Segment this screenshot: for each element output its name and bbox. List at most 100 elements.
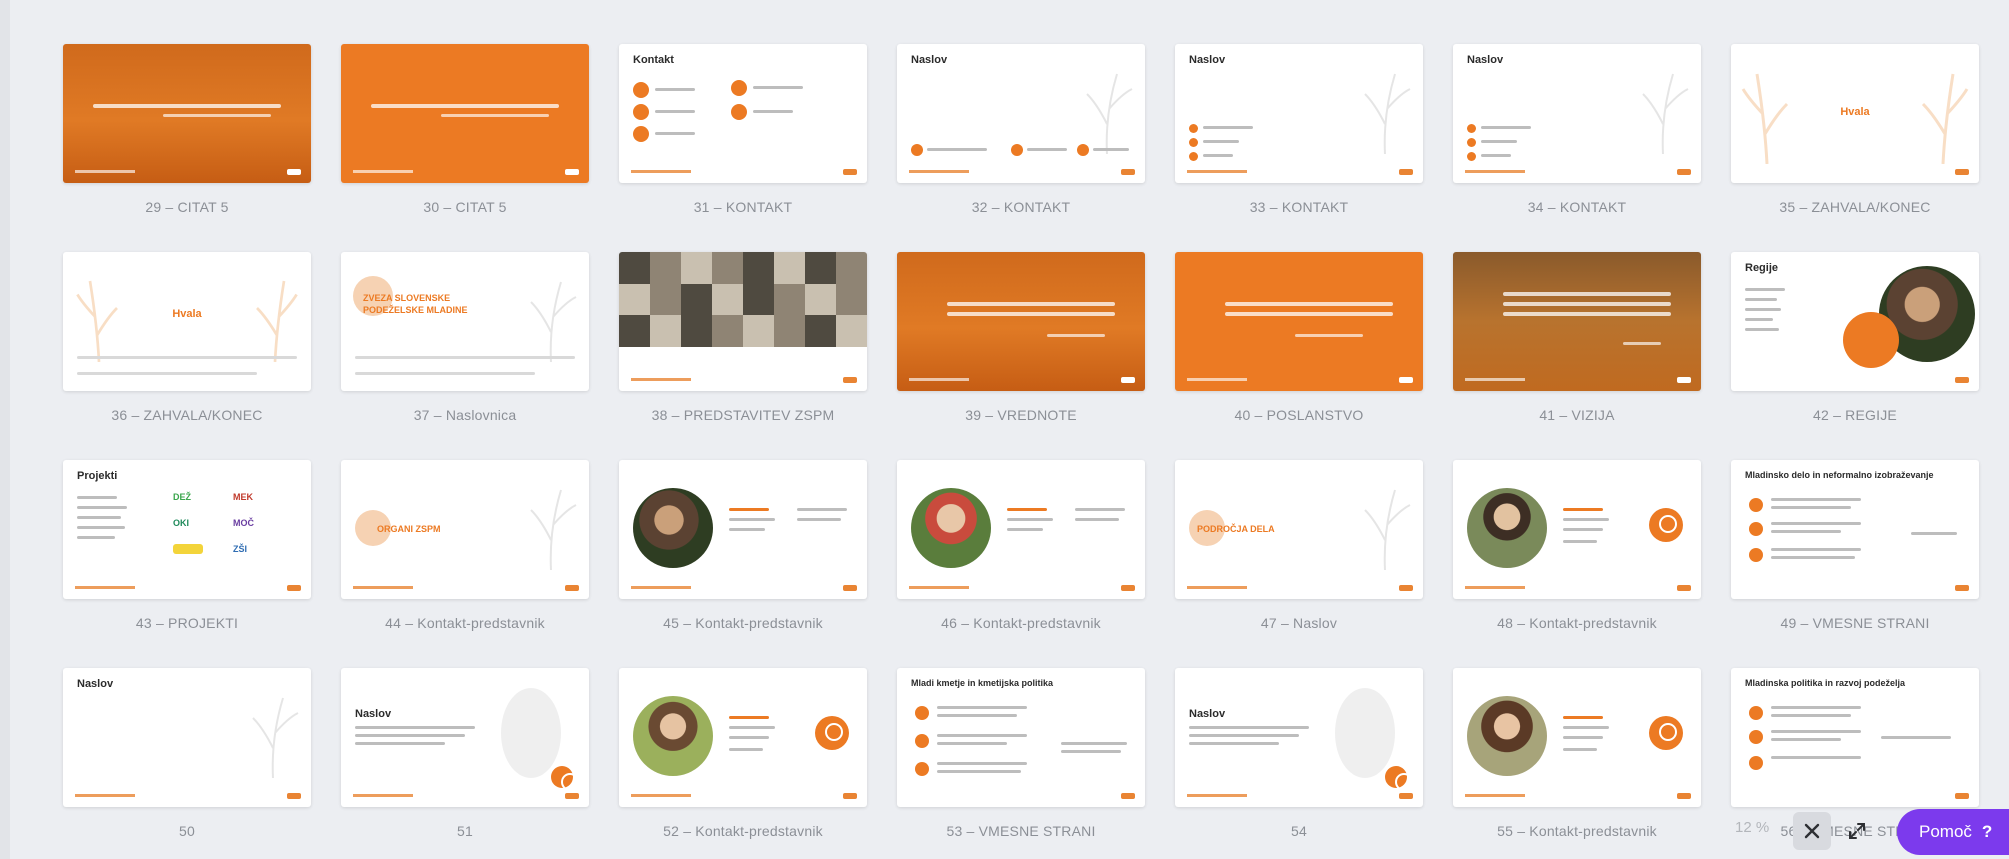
slide-preview: ZVEZA SLOVENSKE PODEŽELSKE MLADINE	[341, 252, 589, 391]
slide-logo	[1955, 585, 1969, 591]
text-line	[1563, 726, 1609, 729]
slide-thumbnail[interactable]: 29 – CITAT 5	[63, 44, 311, 252]
slide-thumbnail[interactable]: Projekti DEŽ MEK OKI MOČ ZŠI 43 – PROJEK…	[63, 460, 311, 668]
text-line	[1481, 154, 1511, 157]
slide-thumbnail[interactable]: ORGANI ZSPM 44 – Kontakt-predstavnik	[341, 460, 589, 668]
slide-thumbnail[interactable]: PODROČJA DELA 47 – Naslov	[1175, 460, 1423, 668]
slide-thumbnail[interactable]: Naslov 33 – KONTAKT	[1175, 44, 1423, 252]
slide-preview: Naslov	[341, 668, 589, 807]
slide-preview: Naslov	[897, 44, 1145, 183]
text-line	[1481, 126, 1531, 129]
slide-logo	[565, 793, 579, 799]
slide-footer	[1187, 794, 1247, 797]
slide-thumbnail[interactable]: 46 – Kontakt-predstavnik	[897, 460, 1145, 668]
slide-thumbnail[interactable]: Regije 42 – REGIJE	[1731, 252, 1979, 460]
slide-thumbnail[interactable]: 48 – Kontakt-predstavnik	[1453, 460, 1701, 668]
slide-thumbnail[interactable]: 39 – VREDNOTE	[897, 252, 1145, 460]
text-line	[77, 506, 127, 509]
contact-icon	[633, 126, 649, 142]
quote-author-line	[163, 114, 271, 117]
bullet-icon	[1749, 706, 1763, 720]
quote-text-line	[947, 302, 1115, 306]
photo-collage	[619, 252, 867, 347]
text-line	[937, 762, 1027, 765]
slide-thumbnail[interactable]: Hvala 36 – ZAHVALA/KONEC	[63, 252, 311, 460]
slide-footer	[909, 586, 969, 589]
text-line	[1563, 518, 1609, 521]
slide-thumbnail[interactable]: ZVEZA SLOVENSKE PODEŽELSKE MLADINE 37 – …	[341, 252, 589, 460]
wheat-decoration-icon	[1086, 73, 1133, 154]
slide-footer	[909, 378, 969, 381]
slide-title: Naslov	[355, 708, 392, 720]
quote-text-line	[371, 104, 559, 108]
text-line	[1075, 518, 1119, 521]
expand-icon[interactable]	[1838, 812, 1876, 850]
slide-thumbnail[interactable]: Hvala 35 – ZAHVALA/KONEC	[1731, 44, 1979, 252]
slide-thumbnail[interactable]: Naslov 51	[341, 668, 589, 859]
slide-logo	[1677, 793, 1691, 799]
slide-preview	[897, 252, 1145, 391]
wheat-decoration-icon	[1364, 489, 1411, 570]
partner-logos-row	[355, 356, 575, 359]
slide-thumbnail[interactable]: 40 – POSLANSTVO	[1175, 252, 1423, 460]
text-line	[1061, 750, 1121, 753]
slide-thumbnail[interactable]: 52 – Kontakt-predstavnik	[619, 668, 867, 859]
text-line	[1771, 756, 1861, 759]
slide-title: Projekti	[77, 470, 118, 482]
slide-caption: 39 – VREDNOTE	[965, 407, 1077, 423]
project-logo: MEK	[233, 492, 253, 502]
text-line	[937, 714, 1017, 717]
slide-footer	[1465, 586, 1525, 589]
zoom-level[interactable]: 12 %	[1735, 819, 1769, 836]
text-line	[1771, 548, 1861, 551]
slide-thumbnail[interactable]: Naslov 54	[1175, 668, 1423, 859]
slide-thumbnail[interactable]: Mladi kmetje in kmetijska politika 53 – …	[897, 668, 1145, 859]
help-button[interactable]: Pomoč ?	[1897, 809, 2009, 855]
slide-footer	[75, 586, 135, 589]
quote-text-line	[1503, 312, 1671, 316]
slide-footer	[1187, 586, 1247, 589]
contact-icon	[731, 80, 747, 96]
text-line	[753, 110, 793, 113]
slide-caption: 37 – Naslovnica	[413, 407, 517, 423]
slide-footer	[1465, 170, 1525, 173]
project-logo: MOČ	[233, 518, 254, 528]
slide-caption: 47 – Naslov	[1260, 615, 1338, 631]
slide-thumbnail[interactable]: Naslov 32 – KONTAKT	[897, 44, 1145, 252]
slide-logo	[1955, 169, 1969, 175]
slide-logo	[1399, 585, 1413, 591]
wheat-decoration-icon	[1642, 73, 1689, 154]
slide-thumbnail[interactable]: Naslov 50	[63, 668, 311, 859]
slide-thumbnail[interactable]: 38 – PREDSTAVITEV ZSPM	[619, 252, 867, 460]
slide-caption: 43 – PROJEKTI	[135, 615, 239, 631]
slide-preview	[341, 44, 589, 183]
slide-preview: Projekti DEŽ MEK OKI MOČ ZŠI	[63, 460, 311, 599]
slide-title: Naslov	[911, 54, 948, 66]
person-icon	[1385, 766, 1413, 791]
slide-thumbnail[interactable]: Mladinsko delo in neformalno izobraževan…	[1731, 460, 1979, 668]
contact-icon	[1467, 138, 1476, 147]
slide-caption: 41 – VIZIJA	[1539, 407, 1615, 423]
slide-footer	[75, 794, 135, 797]
slide-thumbnail[interactable]: 45 – Kontakt-predstavnik	[619, 460, 867, 668]
slide-caption: 49 – VMESNE STRANI	[1780, 615, 1930, 631]
slide-caption: 48 – Kontakt-predstavnik	[1497, 615, 1657, 631]
slide-title: Kontakt	[633, 54, 674, 66]
slide-thumbnail[interactable]: 41 – VIZIJA	[1453, 252, 1701, 460]
slide-thumbnail[interactable]: Kontakt 31 – KONTAKT	[619, 44, 867, 252]
close-icon[interactable]	[1793, 812, 1831, 850]
slide-preview: Naslov	[1175, 668, 1423, 807]
text-line	[1093, 148, 1129, 151]
slide-preview: Naslov	[1175, 44, 1423, 183]
slide-thumbnail[interactable]: 55 – Kontakt-predstavnik	[1453, 668, 1701, 859]
wheat-decoration-icon	[530, 489, 577, 570]
slide-caption: 50	[179, 823, 195, 839]
text-line	[729, 518, 775, 521]
slide-thumbnail[interactable]: 30 – CITAT 5	[341, 44, 589, 252]
person-name	[1007, 508, 1047, 511]
slide-logo	[1121, 793, 1135, 799]
text-line	[1745, 308, 1781, 311]
slide-thumbnail[interactable]: Naslov 34 – KONTAKT	[1453, 44, 1701, 252]
slide-footer	[353, 586, 413, 589]
quote-text-line	[1225, 312, 1393, 316]
